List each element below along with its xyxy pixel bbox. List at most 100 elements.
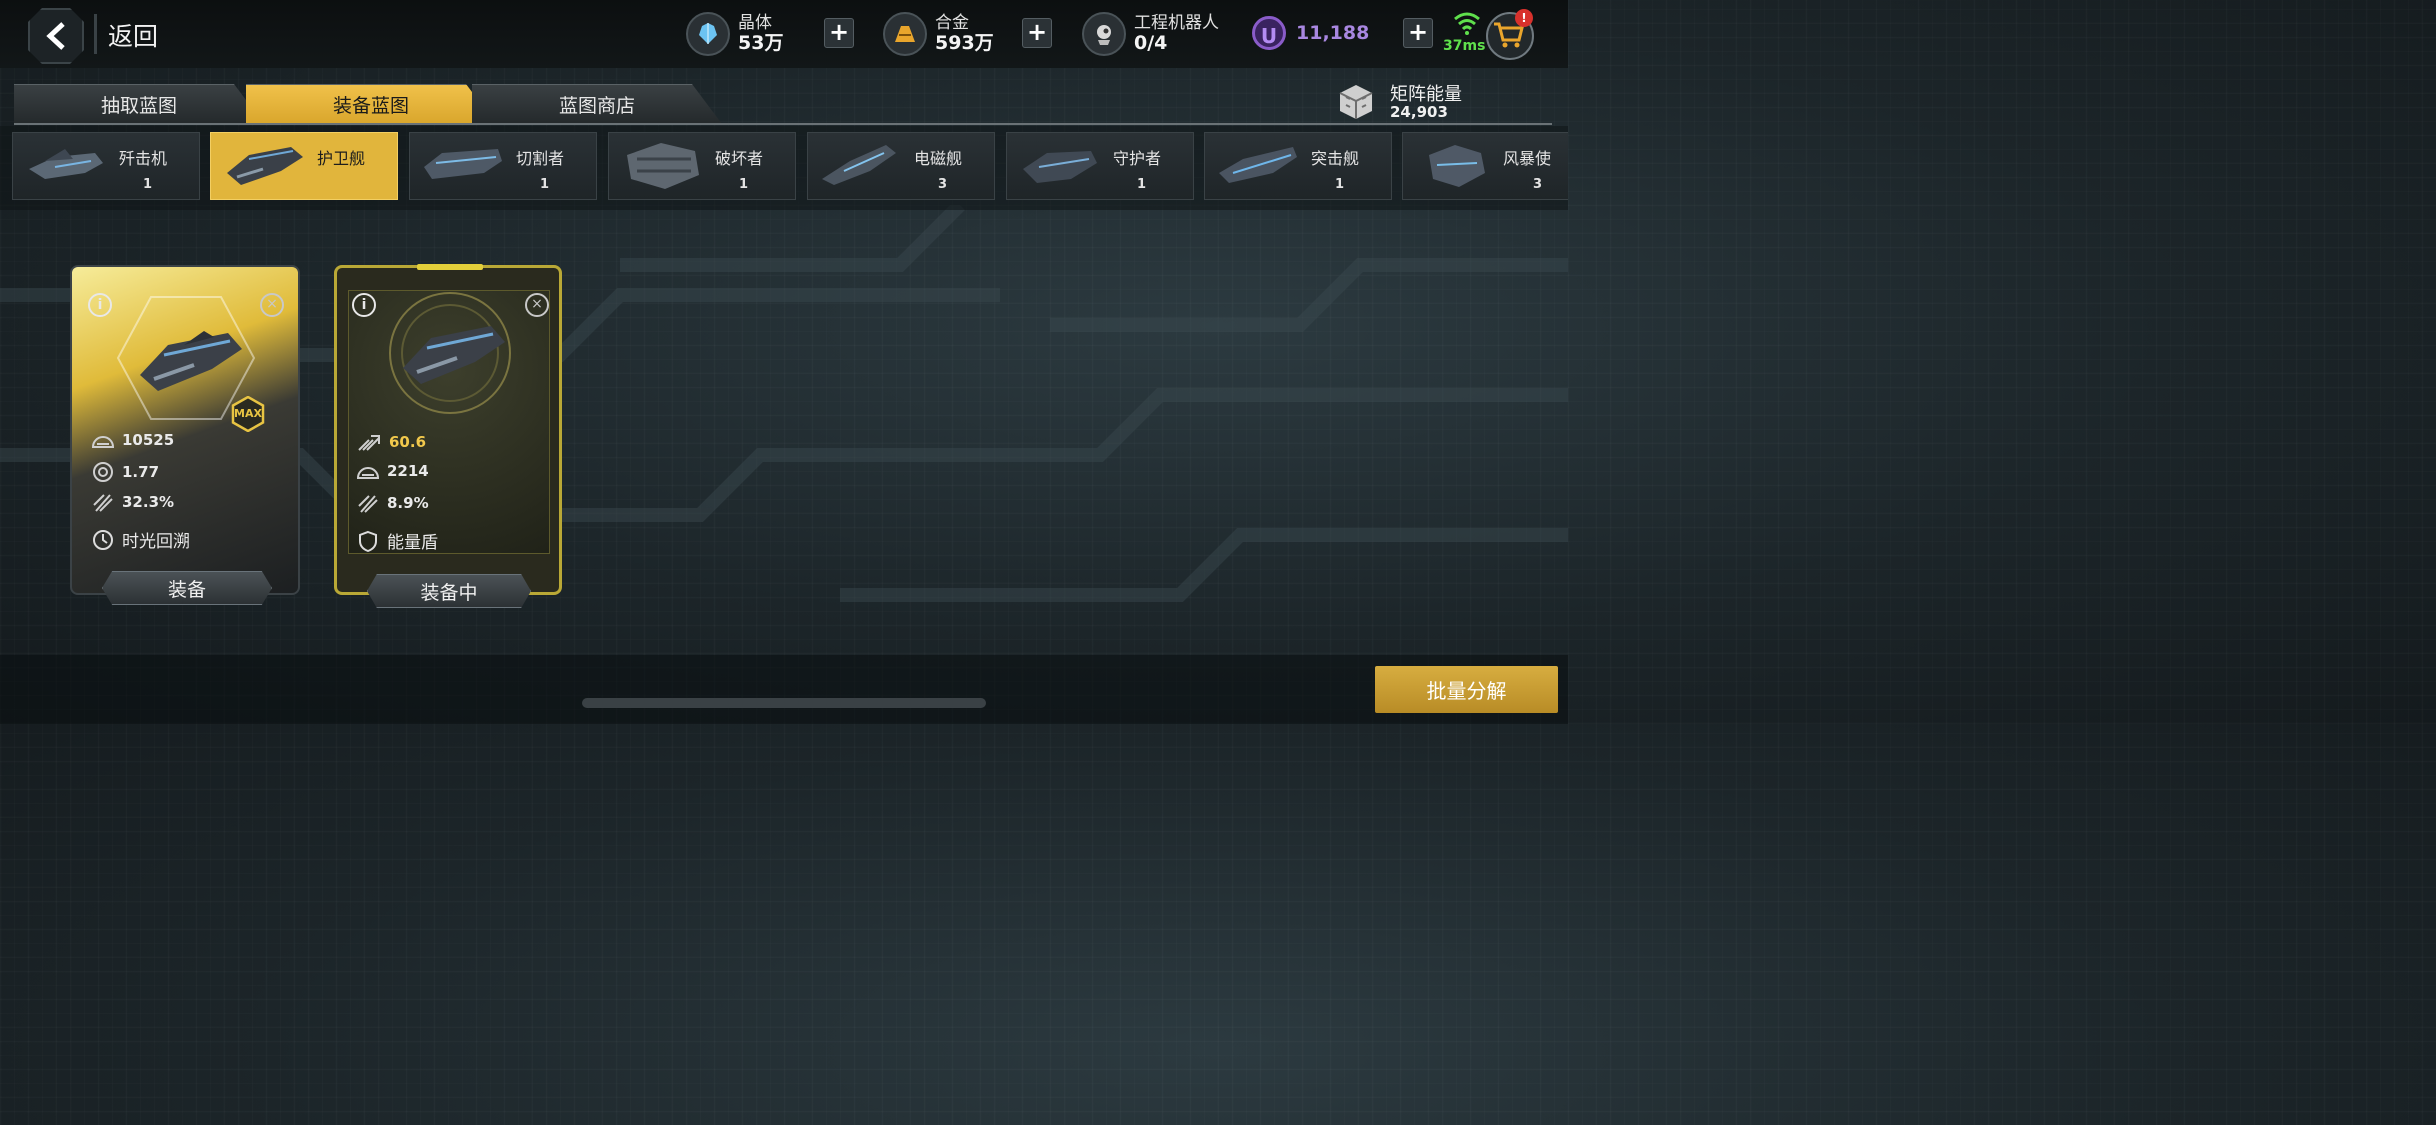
crit-icon — [93, 494, 113, 512]
info-icon[interactable]: i — [88, 293, 112, 317]
ship-thumbnail — [1023, 151, 1097, 183]
skill: 时光回溯 — [92, 527, 190, 552]
crit-icon — [358, 495, 378, 513]
matrix-energy-value: 24,903 — [1390, 103, 1448, 121]
ship-type-guardian[interactable]: 守护者 1 — [1006, 132, 1194, 200]
add-crystal-button[interactable]: + — [824, 18, 854, 48]
ship-type-count: 1 — [540, 177, 550, 192]
stat-value: 8.9% — [387, 494, 429, 512]
ship-type-name: 风暴使 — [1503, 149, 1552, 168]
ship-image — [403, 326, 505, 384]
ship-type-assault[interactable]: 突击舰 1 — [1204, 132, 1392, 200]
home-indicator[interactable] — [582, 698, 986, 708]
ship-type-fighter[interactable]: 歼击机 1 — [12, 132, 200, 200]
ship-thumbnail — [627, 143, 699, 189]
robot-value: 0/4 — [1134, 31, 1168, 54]
ship-type-cutter[interactable]: 切割者 1 — [409, 132, 597, 200]
stat-value: 1.77 — [122, 463, 160, 481]
notification-badge: ! — [1515, 9, 1533, 27]
u-coin-icon: U — [1252, 16, 1286, 50]
hull-icon — [357, 467, 379, 479]
max-badge-label: MAX — [234, 407, 262, 420]
ship-type-count: 1 — [1137, 177, 1147, 192]
back-button[interactable] — [28, 8, 84, 64]
close-icon[interactable]: × — [260, 293, 284, 317]
ship-image — [140, 331, 242, 391]
add-alloy-button[interactable]: + — [1022, 18, 1052, 48]
robot-icon — [1082, 12, 1126, 56]
tab-draw-blueprint[interactable]: 抽取蓝图 — [14, 84, 264, 124]
alloy-label: 合金 — [935, 13, 969, 34]
ship-thumbnail — [1219, 147, 1297, 183]
add-u-coin-button[interactable]: + — [1403, 18, 1433, 48]
divider — [94, 14, 97, 54]
equip-button[interactable]: 装备 — [102, 571, 272, 605]
skill-name: 时光回溯 — [122, 532, 190, 552]
stat-value: 2214 — [387, 462, 429, 480]
batch-dismantle-button[interactable]: 批量分解 — [1375, 666, 1558, 713]
bottom-bar — [0, 655, 1568, 724]
ship-type-name: 破坏者 — [715, 149, 764, 168]
resource-crystal: 晶体 53万 — [686, 10, 783, 58]
info-icon[interactable]: i — [352, 293, 376, 317]
wifi-icon — [1454, 12, 1480, 35]
stat-firepower: 60.6 — [357, 432, 426, 452]
crystal-value: 53万 — [738, 31, 784, 54]
ship-type-count: 3 — [1533, 177, 1543, 192]
ship-type-count: 1 — [143, 177, 153, 192]
alloy-icon — [883, 12, 927, 56]
ship-type-name: 切割者 — [516, 149, 565, 168]
ship-type-count: 1 — [739, 177, 749, 192]
ship-thumbnail — [822, 145, 896, 185]
skill-name: 能量盾 — [387, 533, 438, 553]
skill: 能量盾 — [357, 528, 438, 553]
crystal-label: 晶体 — [738, 13, 772, 34]
equipped-indicator — [417, 264, 483, 270]
ship-type-count: 1 — [1335, 177, 1345, 192]
ship-thumbnail — [1429, 145, 1485, 187]
ship-type-destroyer[interactable]: 破坏者 1 — [608, 132, 796, 200]
stat-crit: 8.9% — [357, 492, 429, 514]
tab-blueprint-shop[interactable]: 蓝图商店 — [472, 84, 722, 124]
stat-hull: 10525 — [92, 431, 174, 449]
speed-icon — [93, 462, 113, 482]
alloy-value: 593万 — [935, 31, 994, 54]
stat-value: 10525 — [122, 431, 175, 449]
ship-thumbnail — [227, 147, 303, 185]
u-coin-value: 11,188 — [1296, 22, 1370, 44]
ship-thumbnail — [29, 149, 103, 179]
tab-equip-blueprint[interactable]: 装备蓝图 — [246, 84, 496, 124]
robot-label: 工程机器人 — [1134, 13, 1219, 34]
ship-type-name: 守护者 — [1113, 149, 1162, 168]
crystal-icon — [686, 12, 730, 56]
stat-crit: 32.3% — [92, 491, 174, 513]
stat-value: 32.3% — [122, 493, 175, 511]
firepower-icon — [358, 435, 380, 451]
tab-underline — [14, 123, 1552, 125]
ship-type-name: 电磁舰 — [914, 149, 963, 168]
ship-type-count: 3 — [938, 177, 948, 192]
ship-type-name: 突击舰 — [1311, 149, 1360, 168]
ship-type-escort[interactable]: 护卫舰 — [210, 132, 398, 200]
ship-type-name: 护卫舰 — [317, 149, 366, 168]
time-rewind-icon — [93, 529, 113, 550]
blueprint-card-equipped[interactable]: i × 60.6 2214 8.9% 能量盾 装备中 — [334, 264, 562, 608]
stat-value: 60.6 — [389, 433, 427, 451]
ship-thumbnail — [424, 149, 502, 179]
stat-speed: 1.77 — [92, 461, 159, 483]
shield-icon — [359, 530, 377, 552]
matrix-energy-icon — [1339, 85, 1373, 119]
resource-alloy: 合金 593万 — [883, 10, 994, 58]
hull-icon — [92, 436, 114, 448]
ship-type-list: 歼击机 1 护卫舰 切割者 1 破坏者 1 电磁舰 3 守护者 1 突击舰 1 … — [0, 126, 1568, 210]
back-label[interactable]: 返回 — [108, 17, 158, 53]
resource-robot: 工程机器人 0/4 — [1082, 10, 1219, 58]
ping-value: 37ms — [1443, 38, 1486, 54]
equipped-button[interactable]: 装备中 — [367, 574, 531, 608]
stat-hull: 2214 — [357, 462, 429, 480]
ship-type-emp[interactable]: 电磁舰 3 — [807, 132, 995, 200]
ship-type-name: 歼击机 — [119, 149, 168, 168]
chevron-left-icon — [46, 22, 65, 50]
close-icon[interactable]: × — [525, 293, 549, 317]
ship-type-storm[interactable]: 风暴使 3 — [1402, 132, 1568, 200]
